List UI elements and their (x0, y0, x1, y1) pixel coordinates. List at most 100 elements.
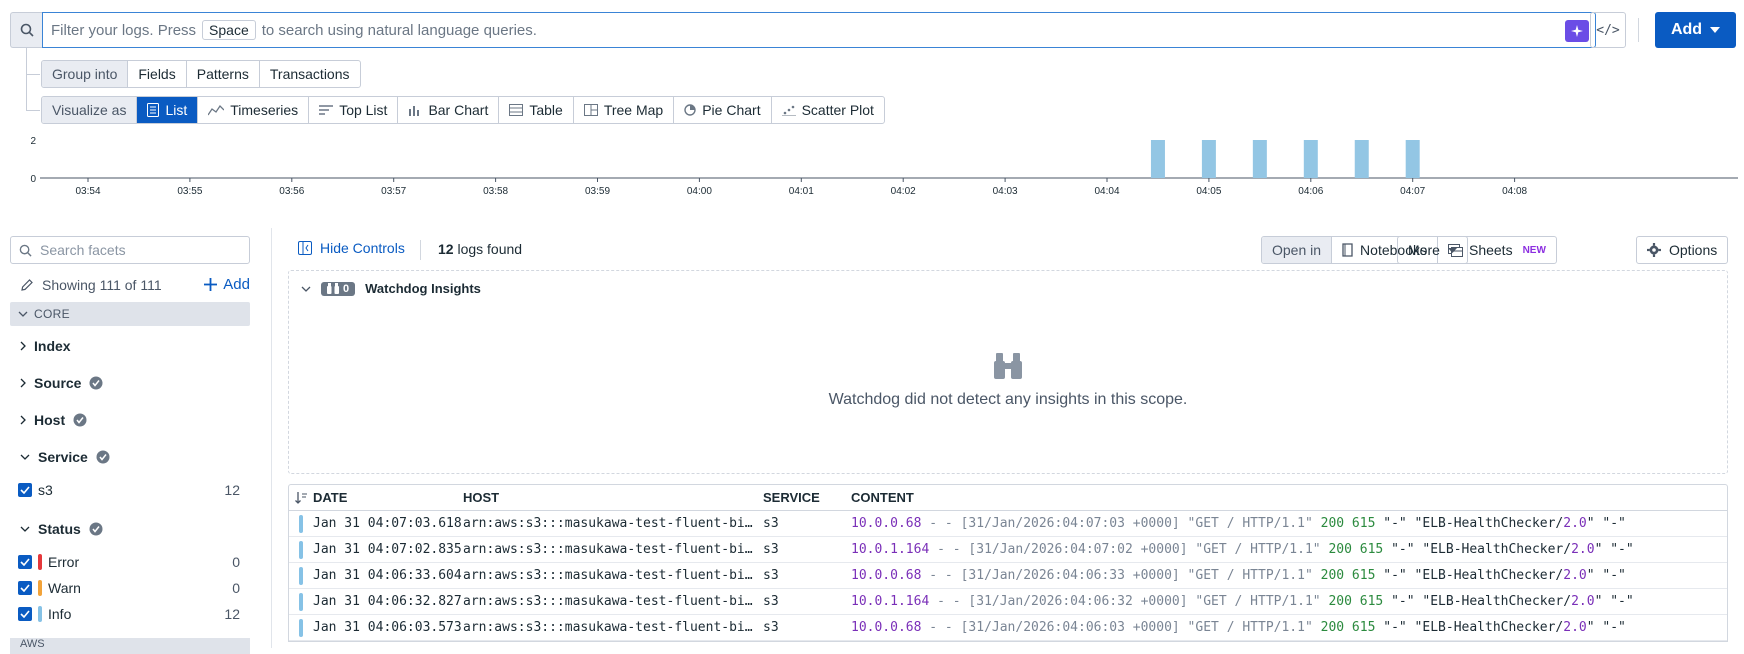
table-row[interactable]: Jan 31 04:06:33.604 arn:aws:s3:::masukawa… (289, 563, 1727, 589)
watchdog-header[interactable]: 0 Watchdog Insights (301, 281, 481, 296)
viz-option-list[interactable]: List (137, 97, 199, 123)
log-user-agent: "-" "ELB-HealthChecker/ (1375, 516, 1564, 531)
log-ua-version: 2.0 (1571, 594, 1595, 609)
viz-option-tree-map[interactable]: Tree Map (574, 97, 675, 123)
x-tick-label: 04:07 (1400, 186, 1425, 197)
search-placeholder-post: to search using natural language queries… (261, 21, 537, 39)
facet-item-label: Info (48, 606, 72, 622)
facet-item-info[interactable]: Info 12 (18, 606, 240, 622)
table-body: Jan 31 04:07:03.618 arn:aws:s3:::masukawa… (289, 511, 1727, 641)
log-ua-version: 2.0 (1571, 542, 1595, 557)
histogram-bar[interactable] (1405, 140, 1420, 178)
x-tick-label: 04:05 (1196, 186, 1221, 197)
viz-option-top-list[interactable]: Top List (309, 97, 399, 123)
add-button[interactable]: Add (1655, 12, 1736, 48)
search-icon[interactable] (10, 12, 42, 48)
histogram-bar[interactable] (1354, 140, 1369, 178)
viz-option-timeseries-label: Timeseries (230, 102, 299, 118)
table-row[interactable]: Jan 31 04:06:03.573 arn:aws:s3:::masukawa… (289, 615, 1727, 641)
facet-item-error[interactable]: Error 0 (18, 554, 240, 570)
facet-group-status[interactable]: Status (20, 521, 103, 537)
add-facet-button[interactable]: Add (204, 276, 250, 293)
more-button[interactable]: More (1397, 236, 1468, 264)
table-row[interactable]: Jan 31 04:06:32.827 arn:aws:s3:::masukawa… (289, 589, 1727, 615)
status-indicator (289, 514, 313, 533)
histogram-bar[interactable] (1150, 140, 1165, 178)
search-input[interactable]: Filter your logs. Press Space to search … (42, 12, 1596, 48)
log-ua-version: 2.0 (1563, 516, 1587, 531)
log-tail: " "-" (1594, 594, 1634, 609)
viz-option-timeseries[interactable]: Timeseries (198, 97, 310, 123)
search-placeholder-pre: Filter your logs. Press (51, 21, 197, 39)
space-key-hint: Space (202, 20, 256, 40)
x-tick-label: 03:59 (585, 186, 610, 197)
x-tick-label: 03:55 (177, 186, 202, 197)
core-section-header[interactable]: CORE (10, 302, 250, 326)
log-request: - - [31/Jan/2026:04:06:33 +0000] "GET / … (921, 568, 1321, 583)
facet-item-count: 12 (224, 482, 240, 498)
x-tick-label: 04:04 (1094, 186, 1119, 197)
viz-option-pie-chart[interactable]: Pie Chart (674, 97, 772, 123)
x-tick-label: 03:57 (381, 186, 406, 197)
histogram-bar[interactable] (1303, 140, 1318, 178)
column-header-service[interactable]: SERVICE (763, 490, 851, 505)
checkbox-checked[interactable] (18, 581, 32, 595)
watchdog-insights-panel: 0 Watchdog Insights Watchdog did not det… (288, 270, 1728, 474)
group-option-patterns[interactable]: Patterns (187, 61, 260, 87)
table-row[interactable]: Jan 31 04:07:03.618 arn:aws:s3:::masukawa… (289, 511, 1727, 537)
histogram-bar[interactable] (1201, 140, 1216, 178)
status-color-swatch (38, 606, 42, 622)
log-client-ip: 10.0.1.164 (851, 594, 930, 609)
aws-section-header[interactable]: AWS (10, 638, 250, 654)
ai-sparkle-button[interactable] (1565, 20, 1589, 42)
group-option-fields[interactable]: Fields (128, 61, 187, 87)
log-content: 10.0.0.68 - - [31/Jan/2026:04:06:03 +000… (851, 620, 1727, 635)
sparkle-icon (1571, 25, 1583, 37)
checkbox-checked[interactable] (18, 555, 32, 569)
log-status-code: 200 615 (1320, 516, 1376, 531)
hide-controls-button[interactable]: Hide Controls (298, 240, 405, 256)
facet-group-host[interactable]: Host (20, 412, 87, 428)
viz-option-scatter-plot[interactable]: Scatter Plot (772, 97, 884, 123)
x-tick-label: 04:01 (789, 186, 814, 197)
log-tail: " "-" (1586, 620, 1626, 635)
pencil-icon[interactable] (20, 278, 34, 292)
log-content: 10.0.1.164 - - [31/Jan/2026:04:06:32 +00… (851, 594, 1727, 609)
column-header-host[interactable]: HOST (463, 490, 763, 505)
logs-count-value: 12 (438, 241, 454, 257)
viz-option-table[interactable]: Table (499, 97, 574, 123)
watchdog-title: Watchdog Insights (365, 281, 481, 296)
histogram-bar[interactable] (1252, 140, 1267, 178)
facet-item-warn[interactable]: Warn 0 (18, 580, 240, 596)
code-view-button[interactable]: </> (1590, 12, 1626, 48)
log-service: s3 (763, 568, 779, 583)
facet-search-input[interactable]: Search facets (10, 236, 250, 264)
column-header-date[interactable]: DATE (313, 490, 463, 505)
viz-option-table-label: Table (529, 102, 563, 118)
search-bar: Filter your logs. Press Space to search … (10, 12, 1736, 48)
timeseries-icon (208, 104, 225, 116)
facet-item-s3[interactable]: s3 12 (18, 482, 240, 498)
log-client-ip: 10.0.0.68 (851, 620, 922, 635)
log-tail: " "-" (1586, 516, 1626, 531)
facet-group-index[interactable]: Index (20, 338, 71, 354)
log-histogram[interactable]: 0 2 03:54 03:55 03:56 03:57 03:58 03:59 04:00 04:… (0, 136, 1744, 220)
verified-check-icon (73, 413, 87, 427)
group-option-transactions[interactable]: Transactions (260, 61, 360, 87)
log-status-code: 200 615 (1320, 620, 1376, 635)
checkbox-checked[interactable] (18, 607, 32, 621)
pie-chart-icon (684, 104, 696, 116)
facet-group-source[interactable]: Source (20, 375, 103, 391)
column-header-content[interactable]: CONTENT (851, 490, 1727, 505)
log-status-code: 200 615 (1320, 568, 1376, 583)
checkbox-checked[interactable] (18, 483, 32, 497)
facet-group-service[interactable]: Service (20, 449, 110, 465)
log-user-agent: "-" "ELB-HealthChecker/ (1375, 568, 1564, 583)
table-row[interactable]: Jan 31 04:07:02.835 arn:aws:s3:::masukawa… (289, 537, 1727, 563)
options-button[interactable]: Options (1636, 236, 1729, 264)
log-host: arn:aws:s3:::masukawa-test-fluent-bit-l… (463, 542, 763, 557)
facet-group-service-label: Service (38, 449, 88, 465)
facet-search-placeholder: Search facets (40, 242, 126, 258)
sort-icon[interactable] (289, 491, 313, 504)
viz-option-bar-chart[interactable]: Bar Chart (398, 97, 500, 123)
